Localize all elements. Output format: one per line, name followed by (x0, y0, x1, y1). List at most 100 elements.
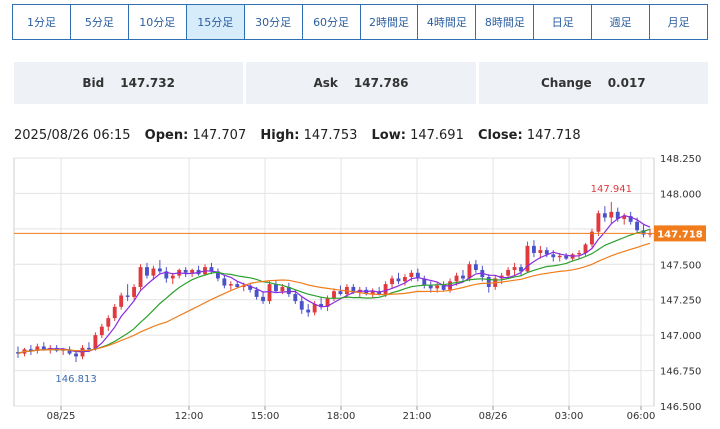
y-tick-label: 146.750 (660, 367, 701, 378)
candle-body (151, 268, 156, 276)
ohlc-readout: 2025/08/26 06:15 Open: 147.707 High: 147… (14, 128, 581, 143)
candle-body (112, 306, 117, 319)
x-tick-label: 12:00 (175, 411, 204, 422)
ohlc-datetime: 2025/08/26 06:15 (14, 128, 131, 143)
high-label: High: (260, 128, 300, 143)
close-value: 147.718 (526, 128, 581, 143)
candle-body (403, 277, 407, 282)
candle-body (486, 277, 491, 287)
timeframe-tab[interactable]: 5分足 (71, 5, 129, 39)
open-label: Open: (144, 128, 189, 143)
candle-body (261, 296, 265, 302)
timeframe-tab[interactable]: 日足 (534, 5, 593, 39)
candle-body (106, 318, 111, 327)
timeframe-tab[interactable]: 30分足 (245, 5, 303, 39)
candle-body (602, 213, 607, 218)
timeframe-tab[interactable]: 2時間足 (361, 5, 419, 39)
plot-area (13, 157, 655, 407)
change-value: 0.017 (607, 76, 646, 90)
candle-body (383, 284, 388, 295)
candle-body (306, 309, 311, 313)
candle-body (473, 264, 478, 270)
quote-bar: Bid 147.732 Ask 147.786 Change 0.017 (14, 62, 708, 104)
change-label: Change (540, 76, 592, 90)
max-annotation: 147.941 (591, 184, 632, 195)
candle-body (512, 267, 517, 270)
candle-body (396, 278, 401, 282)
bid-value: 147.732 (120, 76, 175, 90)
last-price-label: 147.718 (657, 229, 703, 240)
bid-cell: Bid 147.732 (14, 62, 244, 104)
candle-body (531, 245, 536, 253)
timeframe-tab[interactable]: 60分足 (303, 5, 361, 39)
timeframe-tab[interactable]: 10分足 (129, 5, 187, 39)
candle-body (461, 275, 465, 279)
y-tick-label: 148.000 (660, 189, 701, 200)
timeframe-tabs: 1分足 5分足 10分足 15分足 30分足 60分足 2時間足 4時間足 8時間足 日足 週足 月足 (12, 4, 708, 40)
timeframe-tab[interactable]: 月足 (650, 5, 707, 39)
candlestick-chart[interactable]: 148.250148.000147.750147.500147.250147.0… (0, 148, 720, 429)
timeframe-tab[interactable]: 1分足 (13, 5, 71, 39)
candle-body (506, 269, 511, 276)
candle-body (635, 221, 640, 231)
low-value: 147.691 (410, 128, 464, 143)
timeframe-tab[interactable]: 4時間足 (418, 5, 477, 39)
candle-body (170, 275, 175, 279)
candle-body (183, 269, 188, 273)
y-tick-label: 147.500 (660, 260, 701, 271)
x-tick-label: 15:00 (251, 411, 280, 422)
candle-body (332, 291, 336, 299)
open-value: 147.707 (192, 128, 247, 143)
candle-body (551, 254, 556, 258)
candle-body (280, 286, 285, 292)
high-value: 147.753 (303, 128, 358, 143)
min-annotation: 146.813 (55, 374, 96, 385)
timeframe-tab[interactable]: 8時間足 (476, 5, 535, 39)
y-tick-label: 148.250 (660, 154, 701, 165)
candle-body (557, 255, 562, 258)
candle-body (564, 255, 569, 259)
candle-body (435, 285, 440, 289)
candle-body (157, 268, 162, 272)
low-label: Low: (371, 128, 406, 143)
candle-body (428, 285, 433, 289)
candle-body (274, 284, 278, 292)
y-tick-label: 146.500 (660, 402, 701, 413)
ask-value: 147.786 (353, 76, 409, 90)
candle-body (74, 353, 78, 357)
candle-body (125, 295, 130, 297)
candle-body (87, 347, 91, 350)
candle-body (390, 278, 394, 285)
timeframe-tab[interactable]: 15分足 (186, 5, 245, 39)
bid-label: Bid (82, 76, 105, 90)
x-tick-label: 18:00 (327, 411, 356, 422)
candle-body (138, 267, 143, 287)
x-tick-label: 08/25 (47, 411, 76, 422)
candle-body (132, 286, 137, 297)
x-tick-label: 03:00 (555, 411, 584, 422)
candle-body (467, 264, 472, 279)
candle-body (228, 284, 233, 286)
candle-body (293, 294, 298, 302)
candle-body (596, 213, 601, 232)
candle-body (577, 252, 581, 255)
close-label: Close: (478, 128, 523, 143)
candle-body (538, 250, 543, 253)
ask-label: Ask (313, 76, 338, 90)
y-tick-label: 147.250 (660, 296, 701, 307)
candle-body (190, 269, 195, 273)
candle-body (609, 211, 614, 218)
candle-body (119, 295, 124, 307)
timeframe-tab[interactable]: 週足 (592, 5, 651, 39)
x-tick-label: 06:00 (627, 411, 656, 422)
candle-body (41, 346, 46, 350)
candle-body (254, 289, 259, 297)
candle-body (145, 267, 149, 276)
ask-cell: Ask 147.786 (246, 62, 476, 104)
candle-body (338, 291, 343, 295)
candle-body (235, 284, 240, 287)
change-cell: Change 0.017 (478, 62, 708, 104)
y-tick-label: 147.000 (660, 331, 701, 342)
candle-body (454, 275, 459, 282)
x-tick-label: 08/26 (479, 411, 508, 422)
